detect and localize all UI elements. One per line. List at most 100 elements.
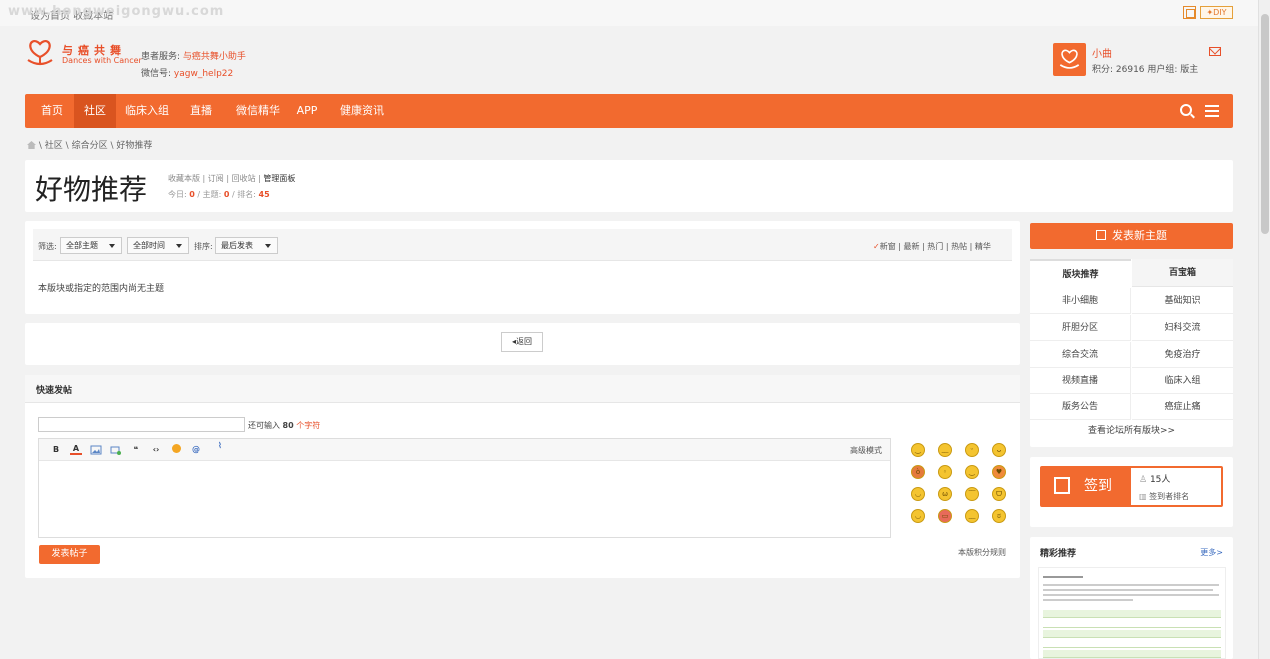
home-icon[interactable] <box>27 141 36 149</box>
breadcrumb: \ 社区 \ 综合分区 \ 好物推荐 <box>27 138 152 151</box>
order-hot[interactable]: 热门 <box>927 242 943 251</box>
sort-select[interactable]: 最后发表 <box>215 237 278 254</box>
quick-post: 快速发帖 还可输入 80 个字符 B A ❝ ‹› @ ⌇ 高级模式 ‿ ﹏ ᵕ… <box>25 375 1020 578</box>
order-digest[interactable]: 精华 <box>975 242 991 251</box>
tab-toolbox[interactable]: 百宝箱 <box>1132 259 1233 287</box>
featured-image[interactable] <box>1038 567 1226 659</box>
smiley-icon[interactable]: ♥ <box>992 465 1006 479</box>
admin-panel-link[interactable]: 管理面板 <box>263 174 295 183</box>
order-latest[interactable]: 最新 <box>904 242 920 251</box>
smiley-icon[interactable]: ◡ <box>911 509 925 523</box>
all-boards-link[interactable]: 查看论坛所有版块>> <box>1030 423 1233 436</box>
smiley-icon[interactable]: ﹏ <box>965 509 979 523</box>
service-link[interactable]: 与癌共舞小助手 <box>183 52 246 62</box>
points-rules-link[interactable]: 本版积分规则 <box>958 547 1006 558</box>
time-select[interactable]: 全部时间 <box>127 237 189 254</box>
type-select[interactable]: 全部主题 <box>60 237 122 254</box>
diy-button[interactable]: ✦DIY <box>1200 6 1233 19</box>
board-link[interactable]: 免疫治疗 <box>1132 342 1233 368</box>
featured-more-link[interactable]: 更多> <box>1200 547 1223 558</box>
forum-stats: 今日: 0 / 主题: 0 / 排名: 45 <box>168 190 270 199</box>
remain-count: 80 <box>282 421 294 430</box>
smiley-icon[interactable]: ò <box>911 465 925 479</box>
order-new-window[interactable]: 新窗 <box>880 242 896 251</box>
board-recommend-panel: 版块推荐 百宝箱 非小细胞 基础知识 肝胆分区 妇科交流 综合交流 免疫治疗 视… <box>1030 259 1233 447</box>
font-color-icon[interactable]: A <box>70 444 82 455</box>
subject-input[interactable] <box>38 417 245 432</box>
tab-board-recommend[interactable]: 版块推荐 <box>1030 259 1131 287</box>
attachment-icon[interactable]: ⌇ <box>214 440 226 452</box>
menu-icon[interactable] <box>1205 105 1219 117</box>
bold-icon[interactable]: B <box>50 444 62 456</box>
mention-icon[interactable]: @ <box>190 444 202 456</box>
signin-rank-label: 签到者排名 <box>1149 492 1190 501</box>
code-icon[interactable]: ‹› <box>150 444 162 456</box>
scrollbar-thumb[interactable] <box>1261 14 1269 234</box>
search-icon[interactable] <box>1180 104 1192 116</box>
avatar[interactable] <box>1053 43 1086 76</box>
service-info: 患者服务: 与癌共舞小助手 微信号: yagw_help22 <box>141 49 246 83</box>
user-icon: ♙ <box>1139 475 1148 485</box>
nav-item-live[interactable]: 直播 <box>181 94 221 128</box>
order-hot-posts[interactable]: 热帖 <box>951 242 967 251</box>
today-count: 0 <box>189 190 195 199</box>
signin-button[interactable]: 签到 <box>1042 468 1131 505</box>
nav-item-app[interactable]: APP <box>292 94 322 128</box>
recycle-link[interactable]: 回收站 <box>232 174 256 183</box>
board-link[interactable]: 视频直播 <box>1030 368 1131 394</box>
nav-item-wechat[interactable]: 微信精华 <box>228 94 288 128</box>
subscribe-link[interactable]: 订阅 <box>208 174 224 183</box>
site-logo[interactable]: 与癌共舞 Dances with Cancer <box>25 38 145 74</box>
back-button[interactable]: ◂返回 <box>501 332 543 352</box>
smiley-icon[interactable]: ω <box>938 487 952 501</box>
logo-mark-icon <box>27 40 53 66</box>
submit-post-button[interactable]: 发表帖子 <box>39 545 100 564</box>
smiley-icon[interactable]: ‿ <box>965 465 979 479</box>
qr-code-icon[interactable] <box>1183 6 1196 19</box>
board-link[interactable]: 版务公告 <box>1030 394 1131 420</box>
new-thread-button[interactable]: 发表新主题 <box>1030 223 1233 249</box>
nav-item-health[interactable]: 健康资讯 <box>333 94 391 128</box>
smiley-icon[interactable]: ﹋ <box>965 487 979 501</box>
smiley-icon[interactable] <box>170 444 182 456</box>
favorite-link[interactable]: 收藏本版 <box>168 174 200 183</box>
smiley-icon[interactable]: ﹏ <box>938 443 952 457</box>
smiley-icon[interactable]: ᗜ <box>992 487 1006 501</box>
nav-item-community[interactable]: 社区 <box>74 94 116 128</box>
user-name[interactable]: 小曲 <box>1092 45 1112 60</box>
smiley-icon[interactable]: ◡ <box>911 487 925 501</box>
smiley-icon[interactable]: ᵕ <box>965 443 979 457</box>
board-link[interactable]: 基础知识 <box>1132 288 1233 314</box>
breadcrumb-zone[interactable]: 综合分区 <box>72 141 108 151</box>
quote-icon[interactable]: ❝ <box>130 444 142 456</box>
board-link[interactable]: 肝胆分区 <box>1030 315 1131 341</box>
board-link[interactable]: 癌症止痛 <box>1132 394 1233 420</box>
board-link[interactable]: 临床入组 <box>1132 368 1233 394</box>
smiley-icon[interactable]: ▭ <box>938 509 952 523</box>
nav-item-home[interactable]: 首页 <box>33 94 71 128</box>
editor-toolbar: B A ❝ ‹› @ ⌇ 高级模式 <box>39 439 890 461</box>
advanced-mode-link[interactable]: 高级模式 <box>850 445 882 456</box>
smiley-icon[interactable]: ◦ <box>938 465 952 479</box>
top-bar: 设为首页 收藏本站 www.hongweigongwu.com ✦DIY <box>0 0 1258 26</box>
mail-icon[interactable] <box>1209 47 1221 56</box>
nav-item-clinical[interactable]: 临床入组 <box>119 94 175 128</box>
board-link[interactable]: 非小细胞 <box>1030 288 1131 314</box>
smiley-icon[interactable]: ᴗ <box>992 443 1006 457</box>
image-icon[interactable] <box>90 444 102 456</box>
scrollbar[interactable] <box>1258 0 1270 659</box>
breadcrumb-community[interactable]: 社区 <box>45 141 63 151</box>
smiley-icon[interactable]: ‿ <box>911 443 925 457</box>
user-meta: 积分: 26916 用户组: 版主 <box>1092 65 1199 75</box>
signin-count-value: 15人 <box>1149 475 1171 485</box>
sort-label: 排序: <box>194 242 213 251</box>
board-link[interactable]: 妇科交流 <box>1132 315 1233 341</box>
forum-header: 好物推荐 收藏本版 | 订阅 | 回收站 | 管理面板 今日: 0 / 主题: … <box>25 160 1233 212</box>
smiley-icon[interactable]: ಠ <box>992 509 1006 523</box>
rank-icon: ▥ <box>1139 492 1147 501</box>
board-link[interactable]: 综合交流 <box>1030 342 1131 368</box>
breadcrumb-current: 好物推荐 <box>116 141 153 151</box>
signin-rank-link[interactable]: ▥ 签到者排名 <box>1139 491 1189 502</box>
link-icon[interactable] <box>110 444 122 456</box>
message-textarea[interactable] <box>39 462 890 537</box>
